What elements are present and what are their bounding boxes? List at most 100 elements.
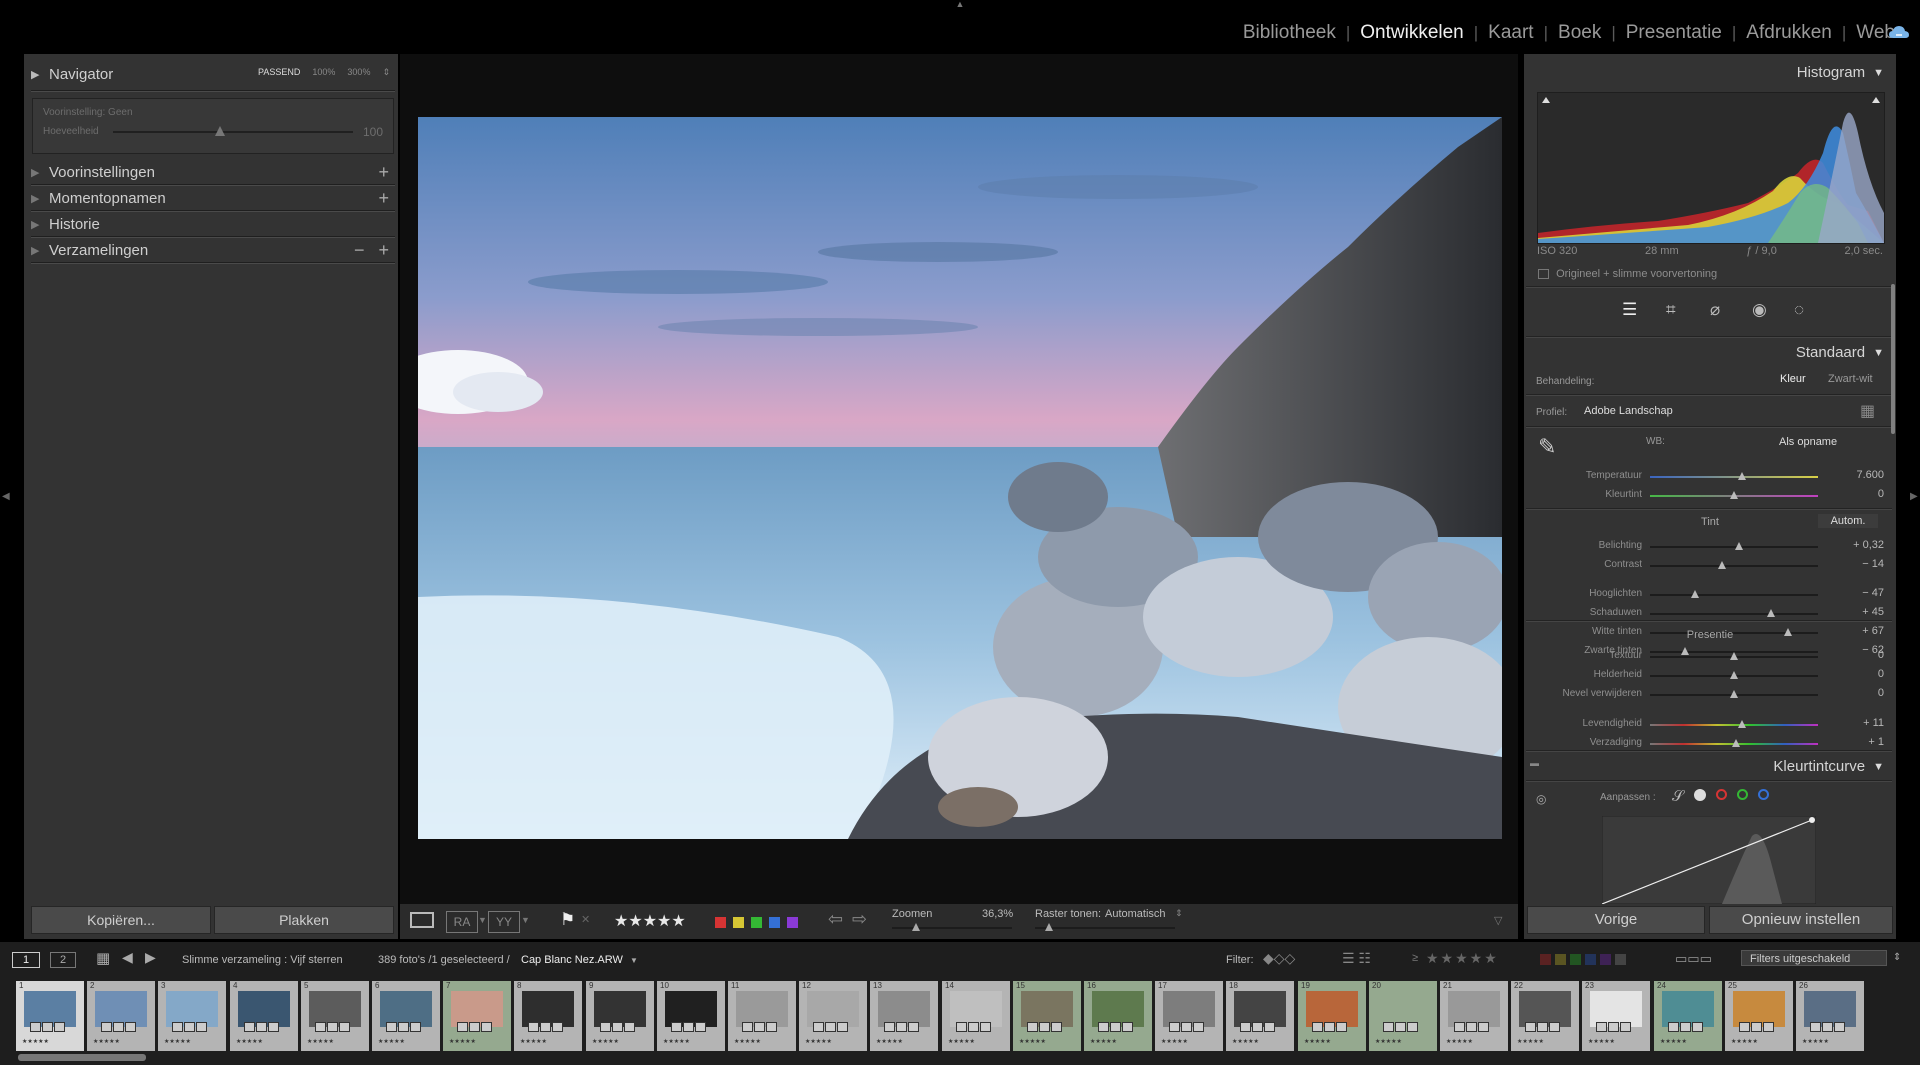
gray-filter-swatch[interactable] bbox=[1615, 954, 1626, 965]
treatment-color-option[interactable]: Kleur bbox=[1780, 373, 1806, 385]
red-channel-icon[interactable] bbox=[1716, 789, 1727, 800]
blue-filter-swatch[interactable] bbox=[1585, 954, 1596, 965]
slider-knob[interactable] bbox=[1718, 561, 1727, 569]
add-icon[interactable]: + bbox=[378, 240, 389, 261]
color-label-swatch[interactable] bbox=[733, 917, 744, 928]
zoom-100-option[interactable]: 100% bbox=[312, 67, 335, 78]
yellow-filter-swatch[interactable] bbox=[1555, 954, 1566, 965]
wb-eyedropper-icon[interactable]: ✎ bbox=[1538, 434, 1556, 460]
slider-value[interactable]: + 45 bbox=[1862, 606, 1884, 618]
histogram[interactable] bbox=[1537, 92, 1885, 244]
red-filter-swatch[interactable] bbox=[1540, 954, 1551, 965]
filmstrip-thumbnail[interactable]: 6 ★★★★★ bbox=[372, 981, 440, 1051]
grid-value[interactable]: Automatisch bbox=[1105, 908, 1166, 920]
amount-slider-track[interactable] bbox=[113, 131, 353, 133]
grid-slider-track[interactable] bbox=[1035, 927, 1175, 929]
chevron-down-icon[interactable]: ▼ bbox=[630, 956, 638, 965]
preview-checkbox[interactable] bbox=[1538, 269, 1549, 280]
wb-value[interactable]: Als opname bbox=[1779, 436, 1837, 448]
filmstrip-thumbnail[interactable]: 21 ★★★★★ bbox=[1440, 981, 1508, 1051]
rating-operator[interactable]: ≥ bbox=[1412, 952, 1418, 964]
slider-track[interactable] bbox=[1650, 724, 1818, 726]
section-momentopnamen[interactable]: ▶ Momentopnamen + bbox=[31, 184, 395, 212]
slider-value[interactable]: − 47 bbox=[1862, 587, 1884, 599]
profile-value[interactable]: Adobe Landschap bbox=[1584, 405, 1673, 417]
section-historie[interactable]: ▶ Historie bbox=[31, 210, 395, 238]
basic-header[interactable]: Standaard ▼ bbox=[1796, 344, 1884, 361]
remove-icon[interactable]: − bbox=[354, 240, 365, 261]
treatment-bw-option[interactable]: Zwart-wit bbox=[1828, 373, 1873, 385]
slider-knob[interactable] bbox=[1735, 542, 1744, 550]
profile-browser-icon[interactable]: ▦ bbox=[1860, 401, 1875, 421]
filmstrip-thumbnail[interactable]: 1 ★★★★★ bbox=[16, 981, 84, 1051]
histogram-header[interactable]: Histogram ▼ bbox=[1797, 64, 1884, 81]
filter-preset-select[interactable]: Filters uitgeschakeld bbox=[1741, 950, 1887, 966]
reject-flag-icon[interactable]: ✕ bbox=[581, 913, 590, 926]
slider-value[interactable]: − 14 bbox=[1862, 558, 1884, 570]
slider-knob[interactable] bbox=[1731, 739, 1740, 747]
chevron-down-icon[interactable]: ▼ bbox=[521, 915, 530, 925]
filmstrip-thumbnail[interactable]: 10 ★★★★★ bbox=[657, 981, 725, 1051]
zoom-slider-track[interactable] bbox=[892, 927, 1012, 929]
before-after-ra-button[interactable]: RA bbox=[446, 911, 478, 933]
window-2-button[interactable]: 2 bbox=[50, 952, 76, 968]
blue-channel-icon[interactable] bbox=[1758, 789, 1769, 800]
module-bibliotheek[interactable]: Bibliotheek bbox=[1243, 22, 1336, 44]
filmstrip-thumbnail[interactable]: 24 ★★★★★ bbox=[1654, 981, 1722, 1051]
collapse-top-panel-icon[interactable]: ▲ bbox=[954, 0, 966, 9]
filmstrip-thumbnail[interactable]: 18 ★★★★★ bbox=[1226, 981, 1294, 1051]
filetype-filter-icon[interactable]: ▭▭▭ bbox=[1675, 951, 1712, 967]
flag-icon[interactable]: ⚑ bbox=[560, 910, 575, 930]
filmstrip-thumbnail[interactable]: 5 ★★★★★ bbox=[301, 981, 369, 1051]
slider-value[interactable]: 0 bbox=[1878, 649, 1884, 661]
module-kaart[interactable]: Kaart bbox=[1488, 22, 1533, 44]
zoom-slider-knob[interactable] bbox=[912, 923, 920, 931]
slider-knob[interactable] bbox=[1730, 671, 1738, 679]
filmstrip-thumbnail[interactable]: 12 ★★★★★ bbox=[799, 981, 867, 1051]
copy-settings-button[interactable]: Kopiëren... bbox=[31, 906, 211, 934]
slider-value[interactable]: + 1 bbox=[1868, 736, 1884, 748]
section-voorinstellingen[interactable]: ▶ Voorinstellingen + bbox=[31, 158, 395, 186]
filmstrip-thumbnail[interactable]: 13 ★★★★★ bbox=[870, 981, 938, 1051]
cloud-sync-icon[interactable] bbox=[1888, 24, 1910, 40]
slider-value[interactable]: 0 bbox=[1878, 687, 1884, 699]
filmstrip-thumbnail[interactable]: 11 ★★★★★ bbox=[728, 981, 796, 1051]
slider-value[interactable]: 0 bbox=[1878, 488, 1884, 500]
zoom-300-option[interactable]: 300% bbox=[347, 67, 370, 78]
previous-settings-button[interactable]: Vorige bbox=[1527, 906, 1705, 934]
module-afdrukken[interactable]: Afdrukken bbox=[1746, 22, 1832, 44]
slider-knob[interactable] bbox=[1730, 690, 1738, 698]
filmstrip-thumbnail[interactable]: 4 ★★★★★ bbox=[230, 981, 298, 1051]
filmstrip-scrollbar[interactable] bbox=[18, 1054, 146, 1061]
filmstrip-thumbnail[interactable]: 19 ★★★★★ bbox=[1298, 981, 1366, 1051]
filmstrip-thumbnail[interactable]: 22 ★★★★★ bbox=[1511, 981, 1579, 1051]
masking-icon[interactable]: ◌ bbox=[1794, 300, 1804, 320]
slider-knob[interactable] bbox=[1738, 720, 1747, 728]
filmstrip-thumbnail[interactable]: 25 ★★★★★ bbox=[1725, 981, 1793, 1051]
color-label-swatch[interactable] bbox=[715, 917, 726, 928]
edit-sliders-icon[interactable]: ☰ bbox=[1622, 300, 1637, 320]
next-photo-icon[interactable]: ⇨ bbox=[852, 909, 867, 930]
paste-settings-button[interactable]: Plakken bbox=[214, 906, 394, 934]
red-eye-icon[interactable]: ◉ bbox=[1752, 300, 1767, 320]
slider-value[interactable]: 7.600 bbox=[1856, 469, 1884, 481]
toolbar-menu-chevron-icon[interactable]: ▽ bbox=[1494, 914, 1502, 927]
purple-filter-swatch[interactable] bbox=[1600, 954, 1611, 965]
collection-name[interactable]: Slimme verzameling : Vijf sterren bbox=[182, 954, 343, 966]
tone-curve-graph[interactable] bbox=[1602, 816, 1816, 904]
amount-slider-knob[interactable] bbox=[215, 126, 225, 136]
slider-knob[interactable] bbox=[1730, 652, 1738, 660]
reset-button[interactable]: Opnieuw instellen bbox=[1709, 906, 1893, 934]
before-after-yy-button[interactable]: YY bbox=[488, 911, 520, 933]
filmstrip-thumbnail[interactable]: 9 ★★★★★ bbox=[586, 981, 654, 1051]
slider-track[interactable] bbox=[1650, 594, 1818, 596]
tone-curve-header[interactable]: Kleurtintcurve ▼ bbox=[1773, 758, 1884, 775]
zoom-fit-option[interactable]: PASSEND bbox=[258, 67, 300, 78]
edit-filter-icon[interactable]: ☰ ☷ bbox=[1342, 950, 1371, 967]
filmstrip-thumbnail[interactable]: 17 ★★★★★ bbox=[1155, 981, 1223, 1051]
color-label-swatch[interactable] bbox=[769, 917, 780, 928]
file-name[interactable]: Cap Blanc Nez.ARW bbox=[521, 954, 623, 966]
window-1-button[interactable]: 1 bbox=[12, 952, 40, 968]
slider-track[interactable] bbox=[1650, 476, 1818, 478]
color-label-swatch[interactable] bbox=[751, 917, 762, 928]
